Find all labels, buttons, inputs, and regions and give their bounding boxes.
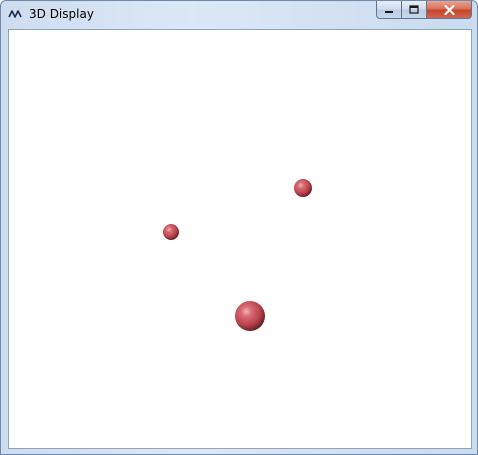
maximize-icon — [409, 5, 419, 14]
wave-logo-icon — [8, 10, 22, 18]
title-bar[interactable]: 3D Display — [1, 1, 477, 29]
close-icon — [443, 4, 455, 15]
minimize-button[interactable] — [376, 1, 402, 19]
minimize-icon — [385, 10, 393, 13]
sphere-1 — [294, 179, 312, 197]
close-button[interactable] — [427, 1, 472, 19]
maximize-button[interactable] — [402, 1, 427, 19]
app-window: 3D Display — [0, 0, 478, 455]
sphere-3 — [235, 301, 265, 331]
3d-viewport[interactable] — [8, 29, 472, 449]
scene-canvas[interactable] — [9, 30, 471, 448]
window-title: 3D Display — [29, 7, 94, 21]
sphere-2 — [163, 224, 179, 240]
caption-buttons — [376, 1, 472, 20]
